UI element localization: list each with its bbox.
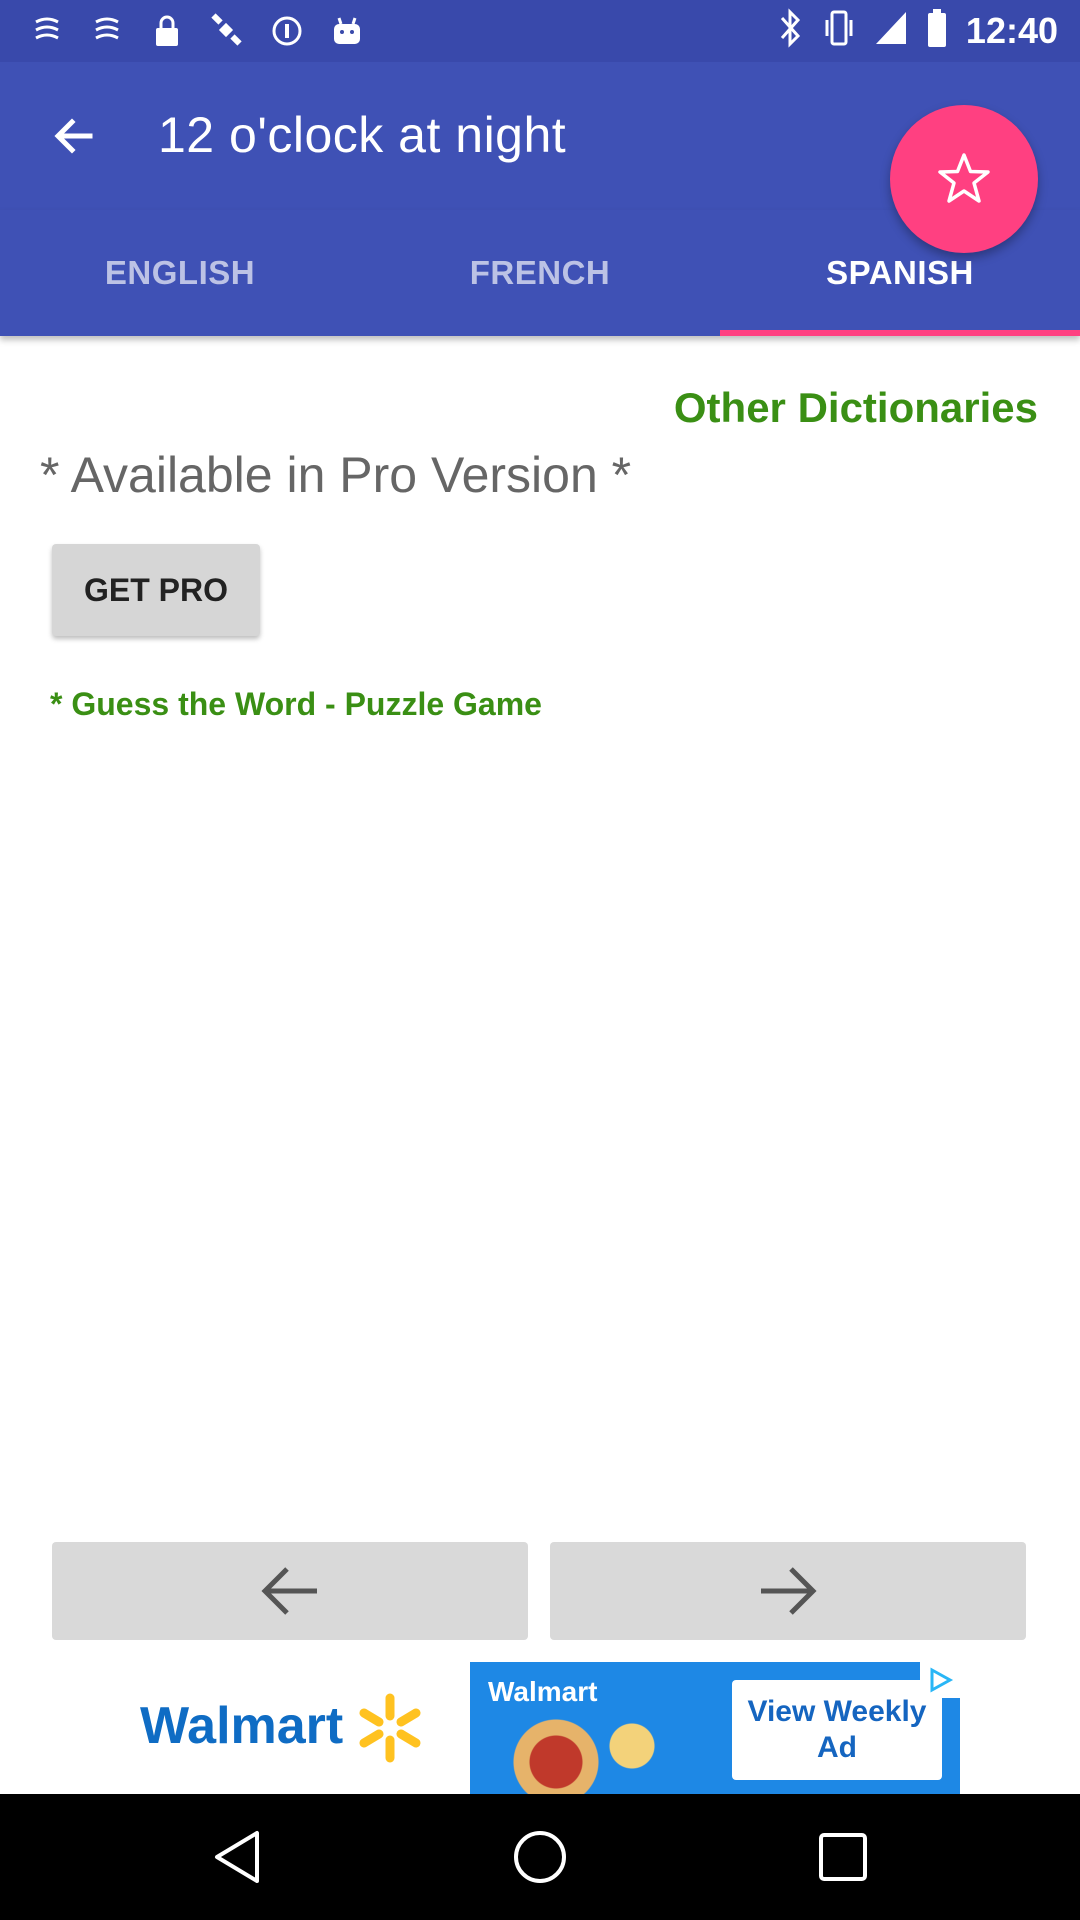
system-recents-button[interactable]: [808, 1822, 878, 1892]
system-back-button[interactable]: [202, 1822, 272, 1892]
info-icon: [268, 12, 306, 50]
android-icon: [328, 12, 366, 50]
puzzle-game-link[interactable]: * Guess the Word - Puzzle Game: [50, 686, 542, 723]
satellite-icon: [208, 12, 246, 50]
ad-choices-icon[interactable]: [920, 1662, 960, 1698]
ad-image: Walmart View Weekly Ad: [470, 1662, 960, 1794]
signal-icon: [874, 10, 908, 51]
status-time: 12:40: [965, 9, 1058, 51]
status-bar: 12:40: [0, 0, 1080, 62]
arrow-right-icon: [761, 1567, 817, 1615]
battery-icon: [926, 8, 948, 53]
status-left-icons: [28, 12, 366, 50]
tab-spanish[interactable]: SPANISH: [720, 210, 1080, 336]
walmart-spark-icon: [359, 1693, 421, 1763]
system-navigation-bar: [0, 1794, 1080, 1920]
tab-english[interactable]: ENGLISH: [0, 210, 360, 336]
back-button[interactable]: [40, 102, 108, 170]
arrow-left-icon: [261, 1567, 317, 1615]
square-recents-icon: [819, 1833, 867, 1881]
back-arrow-icon: [54, 118, 93, 154]
next-button[interactable]: [550, 1542, 1026, 1640]
bluetooth-icon: [778, 8, 804, 53]
notification-icon: [88, 12, 126, 50]
status-right-icons: 12:40: [778, 8, 1058, 53]
pro-version-notice: * Available in Pro Version *: [40, 447, 632, 503]
previous-button[interactable]: [52, 1542, 528, 1640]
triangle-back-icon: [215, 1831, 259, 1883]
ad-cta-button[interactable]: View Weekly Ad: [732, 1680, 942, 1780]
ad-banner[interactable]: Walmart Walmart View Weekly Ad: [0, 1662, 1080, 1794]
system-home-button[interactable]: [505, 1822, 575, 1892]
favorite-button[interactable]: [890, 105, 1038, 253]
circle-home-icon: [514, 1831, 566, 1883]
other-dictionaries-link[interactable]: Other Dictionaries: [674, 384, 1038, 432]
notification-icon: [28, 12, 66, 50]
tab-french[interactable]: FRENCH: [360, 210, 720, 336]
food-image: [480, 1714, 670, 1794]
ad-brand: Walmart: [140, 1697, 344, 1755]
lock-icon: [148, 12, 186, 50]
page-title: 12 o'clock at night: [158, 107, 567, 163]
get-pro-button[interactable]: GET PRO: [52, 544, 260, 636]
ad-mini-brand: Walmart: [488, 1676, 598, 1707]
star-icon: [938, 153, 990, 203]
vibrate-icon: [822, 8, 856, 53]
